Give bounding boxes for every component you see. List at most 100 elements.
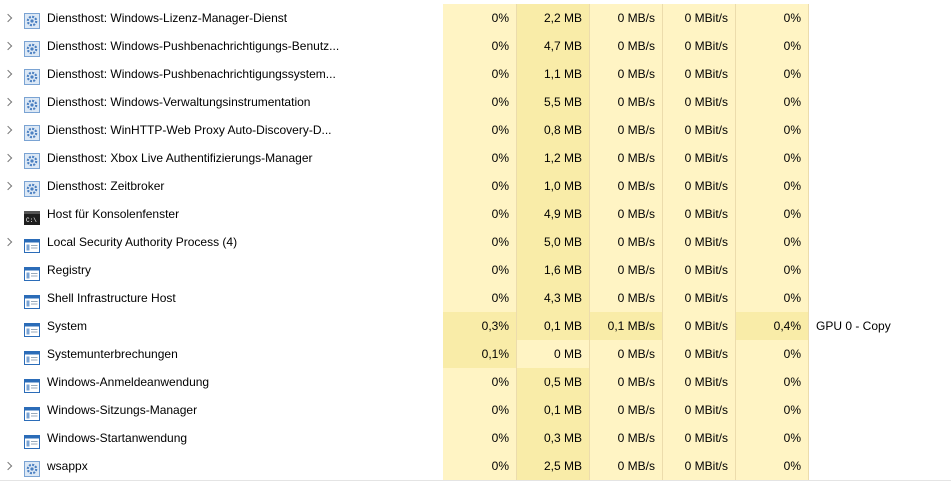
disk-cell: 0 MB/s: [590, 284, 663, 312]
name-cell[interactable]: Diensthost: WinHTTP-Web Proxy Auto-Disco…: [0, 116, 443, 144]
cpu-cell: 0,1%: [443, 340, 517, 368]
gpu-cell: 0%: [736, 452, 809, 480]
cpu-cell: 0%: [443, 200, 517, 228]
name-cell[interactable]: Diensthost: Windows-Pushbenachrichtigung…: [0, 32, 443, 60]
gpu-cell: 0%: [736, 396, 809, 424]
table-row[interactable]: Shell Infrastructure Host 0% 4,3 MB 0 MB…: [0, 284, 951, 312]
process-name: Diensthost: Windows-Pushbenachrichtigung…: [47, 39, 340, 53]
gpu-cell: 0%: [736, 256, 809, 284]
process-name: Shell Infrastructure Host: [47, 291, 176, 305]
gpu-engine-cell: [809, 424, 951, 452]
gpu-cell: 0%: [736, 4, 809, 32]
process-name: Diensthost: Zeitbroker: [47, 179, 165, 193]
name-cell[interactable]: Diensthost: Zeitbroker: [0, 172, 443, 200]
cpu-cell: 0%: [443, 228, 517, 256]
network-cell: 0 MBit/s: [663, 424, 736, 452]
memory-cell: 1,2 MB: [517, 144, 590, 172]
disk-cell: 0 MB/s: [590, 452, 663, 480]
gear-icon: [24, 151, 40, 169]
table-row[interactable]: Diensthost: Windows-Verwaltungsinstrumen…: [0, 88, 951, 116]
name-cell[interactable]: Systemunterbrechungen: [0, 340, 443, 368]
memory-cell: 0,8 MB: [517, 116, 590, 144]
gpu-cell: 0%: [736, 228, 809, 256]
svg-text:C:\: C:\: [26, 217, 37, 224]
table-row[interactable]: Registry 0% 1,6 MB 0 MB/s 0 MBit/s 0%: [0, 256, 951, 284]
name-cell[interactable]: Shell Infrastructure Host: [0, 284, 443, 312]
memory-cell: 1,1 MB: [517, 60, 590, 88]
disk-cell: 0 MB/s: [590, 172, 663, 200]
name-cell[interactable]: Diensthost: Xbox Live Authentifizierungs…: [0, 144, 443, 172]
disk-cell: 0 MB/s: [590, 368, 663, 396]
gpu-engine-cell: [809, 452, 951, 480]
network-cell: 0 MBit/s: [663, 200, 736, 228]
gpu-cell: 0%: [736, 88, 809, 116]
table-row[interactable]: wsappx 0% 2,5 MB 0 MB/s 0 MBit/s 0%: [0, 452, 951, 480]
gear-icon: [24, 11, 40, 29]
table-row[interactable]: Diensthost: WinHTTP-Web Proxy Auto-Disco…: [0, 116, 951, 144]
disk-cell: 0 MB/s: [590, 200, 663, 228]
name-cell[interactable]: Diensthost: Windows-Pushbenachrichtigung…: [0, 60, 443, 88]
cpu-cell: 0%: [443, 144, 517, 172]
window-icon: [24, 403, 40, 421]
expand-chevron-icon[interactable]: [2, 228, 16, 256]
gpu-cell: 0%: [736, 172, 809, 200]
gpu-cell: 0,4%: [736, 312, 809, 340]
memory-cell: 2,2 MB: [517, 4, 590, 32]
disk-cell: 0 MB/s: [590, 144, 663, 172]
window-icon: [24, 235, 40, 253]
disk-cell: 0 MB/s: [590, 88, 663, 116]
window-icon: [24, 263, 40, 281]
table-row[interactable]: Diensthost: Zeitbroker 0% 1,0 MB 0 MB/s …: [0, 172, 951, 200]
expand-chevron-icon[interactable]: [2, 60, 16, 88]
memory-cell: 0,5 MB: [517, 368, 590, 396]
name-cell[interactable]: Registry: [0, 256, 443, 284]
name-cell[interactable]: wsappx: [0, 452, 443, 480]
table-row[interactable]: Windows-Anmeldeanwendung 0% 0,5 MB 0 MB/…: [0, 368, 951, 396]
disk-cell: 0 MB/s: [590, 116, 663, 144]
disk-cell: 0 MB/s: [590, 60, 663, 88]
table-row[interactable]: Diensthost: Windows-Pushbenachrichtigung…: [0, 32, 951, 60]
memory-cell: 0,3 MB: [517, 424, 590, 452]
memory-cell: 2,5 MB: [517, 452, 590, 480]
cpu-cell: 0%: [443, 116, 517, 144]
expand-chevron-icon[interactable]: [2, 88, 16, 116]
expand-chevron-icon[interactable]: [2, 172, 16, 200]
name-cell[interactable]: System: [0, 312, 443, 340]
table-row[interactable]: C:\ Host für Konsolenfenster 0% 4,9 MB 0…: [0, 200, 951, 228]
window-icon: [24, 431, 40, 449]
name-cell[interactable]: Windows-Sitzungs-Manager: [0, 396, 443, 424]
expand-chevron-icon[interactable]: [2, 32, 16, 60]
process-name: Diensthost: Windows-Lizenz-Manager-Diens…: [47, 11, 288, 25]
name-cell[interactable]: Windows-Anmeldeanwendung: [0, 368, 443, 396]
disk-cell: 0 MB/s: [590, 396, 663, 424]
cpu-cell: 0%: [443, 172, 517, 200]
network-cell: 0 MBit/s: [663, 396, 736, 424]
gpu-cell: 0%: [736, 116, 809, 144]
table-row[interactable]: Systemunterbrechungen 0,1% 0 MB 0 MB/s 0…: [0, 340, 951, 368]
memory-cell: 0,1 MB: [517, 312, 590, 340]
table-row[interactable]: Diensthost: Windows-Lizenz-Manager-Diens…: [0, 4, 951, 32]
table-row[interactable]: Local Security Authority Process (4) 0% …: [0, 228, 951, 256]
expand-chevron-icon[interactable]: [2, 4, 16, 32]
name-cell[interactable]: Windows-Startanwendung: [0, 424, 443, 452]
name-cell[interactable]: Diensthost: Windows-Lizenz-Manager-Diens…: [0, 4, 443, 32]
table-row[interactable]: Diensthost: Windows-Pushbenachrichtigung…: [0, 60, 951, 88]
table-row[interactable]: System 0,3% 0,1 MB 0,1 MB/s 0 MBit/s 0,4…: [0, 312, 951, 340]
expand-chevron-icon[interactable]: [2, 452, 16, 480]
name-cell[interactable]: Local Security Authority Process (4): [0, 228, 443, 256]
expand-chevron-icon[interactable]: [2, 144, 16, 172]
gpu-engine-cell: [809, 256, 951, 284]
name-cell[interactable]: Diensthost: Windows-Verwaltungsinstrumen…: [0, 88, 443, 116]
gpu-engine-cell: [809, 60, 951, 88]
memory-cell: 4,3 MB: [517, 284, 590, 312]
gpu-engine-cell: [809, 368, 951, 396]
gpu-cell: 0%: [736, 144, 809, 172]
memory-cell: 4,9 MB: [517, 200, 590, 228]
gpu-engine-cell: [809, 88, 951, 116]
name-cell[interactable]: C:\ Host für Konsolenfenster: [0, 200, 443, 228]
table-row[interactable]: Windows-Startanwendung 0% 0,3 MB 0 MB/s …: [0, 424, 951, 452]
table-row[interactable]: Diensthost: Xbox Live Authentifizierungs…: [0, 144, 951, 172]
table-row[interactable]: Windows-Sitzungs-Manager 0% 0,1 MB 0 MB/…: [0, 396, 951, 424]
expand-chevron-icon[interactable]: [2, 116, 16, 144]
window-icon: [24, 347, 40, 365]
